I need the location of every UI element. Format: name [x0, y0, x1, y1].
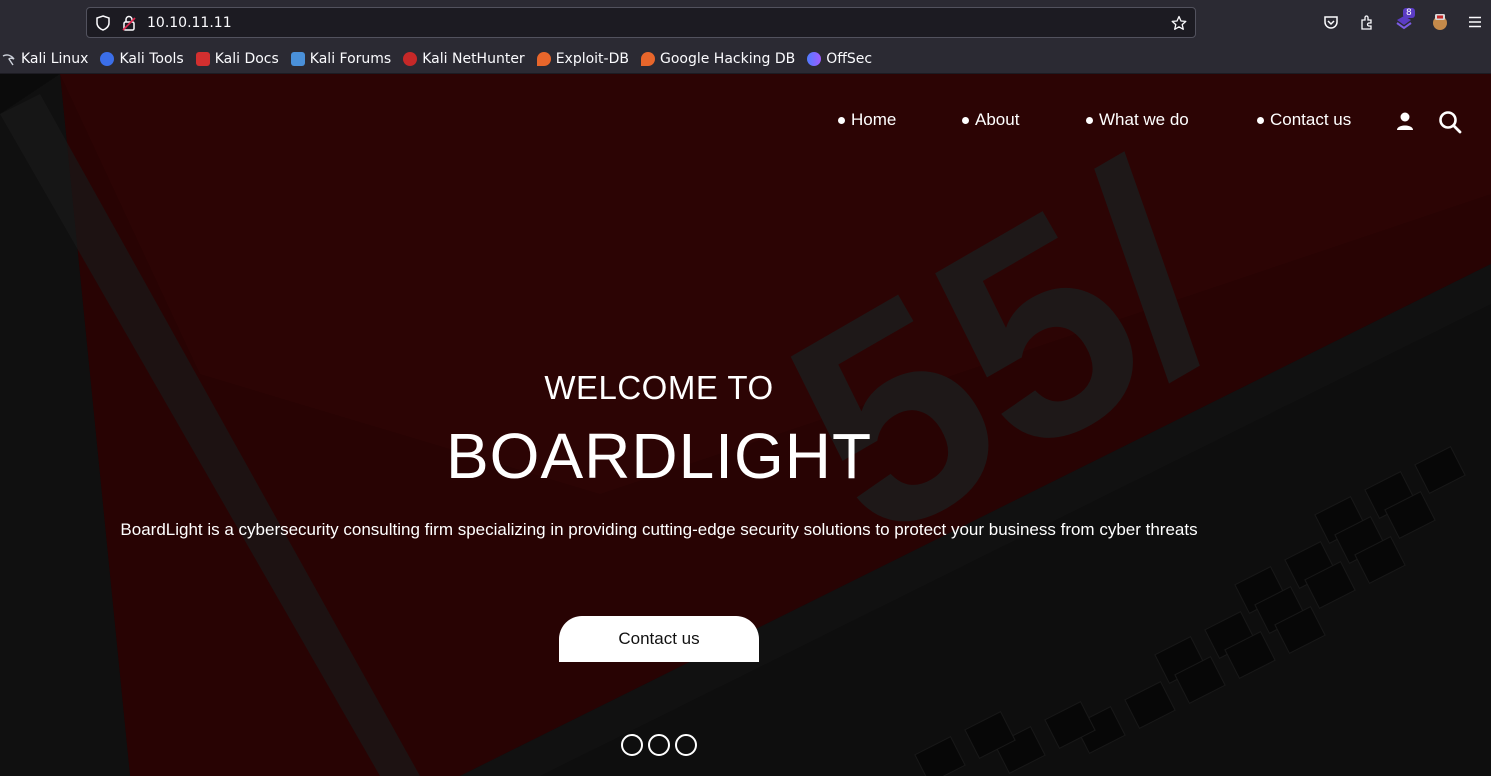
bookmark-exploit-db[interactable]: Exploit-DB — [536, 50, 629, 67]
bookmark-kali-forums[interactable]: Kali Forums — [290, 50, 392, 67]
bookmark-label: Exploit-DB — [555, 50, 629, 67]
kali-forums-icon — [290, 51, 305, 66]
nav-contact-us[interactable]: Contact us — [1257, 110, 1351, 130]
menu-hamburger-icon[interactable] — [1465, 12, 1485, 32]
bookmark-label: Kali Forums — [309, 50, 392, 67]
kali-dragon-icon — [2, 52, 16, 66]
nav-about-label: About — [975, 110, 1020, 129]
bookmark-kali-tools[interactable]: Kali Tools — [100, 50, 184, 67]
contact-us-button[interactable]: Contact us — [559, 616, 759, 662]
bookmark-label: OffSec — [826, 50, 873, 67]
bookmark-label: Kali NetHunter — [422, 50, 525, 67]
bullet-dot-icon — [1257, 116, 1264, 124]
nav-home-label: Home — [851, 110, 897, 129]
exploit-db-icon — [536, 51, 551, 66]
ghdb-icon — [640, 51, 655, 66]
insecure-lock-icon[interactable] — [121, 15, 137, 31]
bookmark-label: Kali Linux — [21, 50, 89, 67]
hero-title: BOARDLIGHT — [445, 420, 873, 492]
web-page: 55/ Home About What we do Contact us WEL… — [0, 74, 1491, 776]
bullet-dot-icon — [1086, 116, 1093, 124]
kali-nethunter-icon — [403, 51, 418, 66]
nav-about[interactable]: About — [962, 110, 1019, 130]
addon-badge-count: 8 — [1403, 8, 1415, 18]
bookmark-kali-nethunter[interactable]: Kali NetHunter — [403, 50, 525, 67]
carousel-indicator-2[interactable] — [648, 734, 670, 756]
pocket-icon[interactable] — [1321, 12, 1341, 32]
addon-badge-icon[interactable]: 8 — [1394, 8, 1415, 32]
bullet-dot-icon — [962, 116, 969, 124]
shield-icon[interactable] — [95, 14, 111, 31]
kali-tools-icon — [100, 51, 115, 66]
bookmarks-toolbar: Kali Linux Kali Tools Kali Docs Kali For… — [0, 44, 1491, 74]
user-icon[interactable] — [1394, 110, 1418, 134]
hero-description: BoardLight is a cybersecurity consulting… — [120, 520, 1198, 539]
bookmark-label: Kali Docs — [214, 50, 279, 67]
offsec-icon — [807, 51, 822, 66]
addon-avatar-icon[interactable] — [1430, 12, 1450, 32]
url-bar[interactable]: 10.10.11.11 — [86, 7, 1196, 38]
bookmark-kali-docs[interactable]: Kali Docs — [195, 50, 279, 67]
kali-docs-icon — [195, 51, 210, 66]
bookmark-label: Kali Tools — [119, 50, 184, 67]
bookmark-kali-linux[interactable]: Kali Linux — [2, 51, 88, 67]
carousel-indicator-3[interactable] — [675, 734, 697, 756]
bookmark-offsec[interactable]: OffSec — [807, 51, 872, 67]
bookmark-label: Google Hacking DB — [659, 50, 796, 67]
carousel-indicators — [621, 734, 702, 756]
nav-contact-us-label: Contact us — [1270, 110, 1352, 129]
extensions-icon[interactable] — [1357, 12, 1377, 32]
site-navbar: Home About What we do Contact us — [0, 110, 1491, 134]
nav-home[interactable]: Home — [838, 110, 896, 130]
bullet-dot-icon — [838, 116, 845, 124]
search-icon[interactable] — [1438, 110, 1462, 134]
nav-what-we-do-label: What we do — [1099, 110, 1189, 129]
url-text[interactable]: 10.10.11.11 — [147, 15, 232, 31]
hero-subtitle: WELCOME TO — [544, 369, 774, 406]
bookmark-star-icon[interactable] — [1171, 15, 1187, 31]
bookmark-google-hacking-db[interactable]: Google Hacking DB — [640, 50, 796, 67]
carousel-indicator-1[interactable] — [621, 734, 643, 756]
nav-what-we-do[interactable]: What we do — [1086, 110, 1189, 130]
browser-toolbar: 10.10.11.11 8 — [0, 0, 1491, 44]
